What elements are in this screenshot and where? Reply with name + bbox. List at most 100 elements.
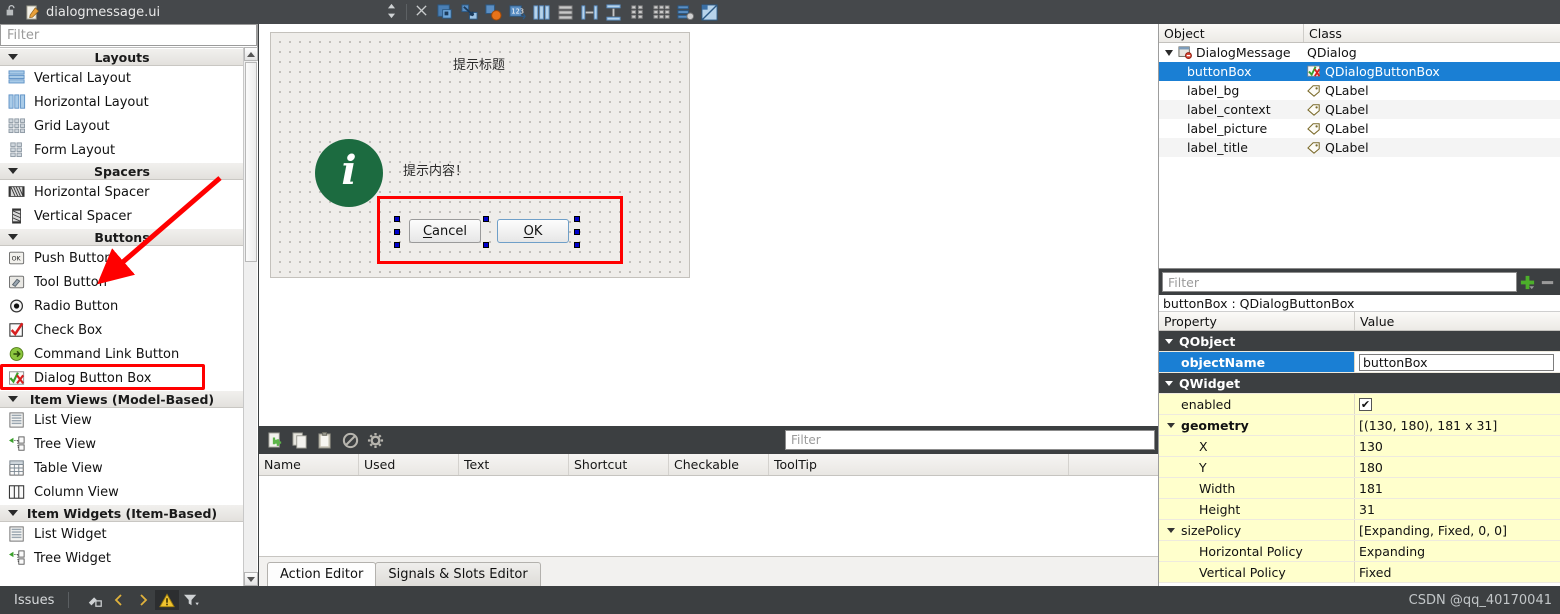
- layout-in-splitter-vertical-icon[interactable]: [603, 2, 623, 22]
- break-layout-icon[interactable]: [459, 2, 479, 22]
- add-property-icon[interactable]: [1517, 274, 1537, 291]
- widget-item-push-button[interactable]: OK Push Button: [0, 246, 244, 270]
- tab-signals-slots-editor[interactable]: Signals & Slots Editor: [375, 562, 541, 586]
- remove-property-icon[interactable]: [1537, 274, 1557, 291]
- chevron-down-icon[interactable]: [1167, 423, 1175, 428]
- object-row-label_picture[interactable]: label_picture QLabel: [1159, 119, 1560, 138]
- object-row-buttonBox[interactable]: buttonBox QDialogButtonBox: [1159, 62, 1560, 81]
- enabled-checkbox[interactable]: ✔: [1359, 397, 1372, 411]
- layout-vertically-icon[interactable]: [555, 2, 575, 22]
- property-group-QObject[interactable]: QObject: [1159, 331, 1560, 352]
- widget-item-list-view[interactable]: List View: [0, 408, 244, 432]
- widget-box-scrollbar[interactable]: [243, 47, 258, 586]
- property-row-x[interactable]: X 130: [1159, 436, 1560, 457]
- action-col-checkable[interactable]: Checkable: [669, 454, 769, 475]
- issues-label[interactable]: Issues: [0, 593, 54, 608]
- adjust-size-icon[interactable]: [435, 2, 455, 22]
- property-value[interactable]: [(130, 180), 181 x 31]: [1359, 418, 1497, 433]
- layout-break-icon[interactable]: [675, 2, 695, 22]
- label-picture-info-icon[interactable]: i: [315, 139, 383, 207]
- action-col-text[interactable]: Text: [459, 454, 569, 475]
- property-value[interactable]: 180: [1359, 460, 1383, 475]
- form-canvas-area[interactable]: 提示标题 i 提示内容！ Cancel OK: [97, 24, 1158, 426]
- property-value[interactable]: Fixed: [1359, 565, 1391, 580]
- action-col-name[interactable]: Name: [259, 454, 359, 475]
- property-table-rows[interactable]: QObject objectName buttonBox QWidget ena…: [1159, 331, 1560, 583]
- action-col-tooltip[interactable]: ToolTip: [769, 454, 1069, 475]
- property-group-QWidget[interactable]: QWidget: [1159, 373, 1560, 394]
- widget-item-tool-button[interactable]: Tool Button: [0, 270, 244, 294]
- property-value[interactable]: 181: [1359, 481, 1383, 496]
- filter-dropdown-icon[interactable]: [179, 590, 203, 610]
- edit-buddies-icon[interactable]: 123: [507, 2, 527, 22]
- scrollbar-thumb[interactable]: [245, 62, 257, 262]
- property-row-y[interactable]: Y 180: [1159, 457, 1560, 478]
- property-row-height[interactable]: Height 31: [1159, 499, 1560, 520]
- edit-signals-slots-icon[interactable]: [483, 2, 503, 22]
- object-row-DialogMessage[interactable]: DialogMessage QDialog: [1159, 43, 1560, 62]
- new-action-icon[interactable]: [265, 430, 285, 450]
- scroll-down-icon[interactable]: [244, 572, 258, 586]
- widgetbox-category-2[interactable]: Buttons: [0, 228, 244, 246]
- widget-item-check-box[interactable]: Check Box: [0, 318, 244, 342]
- widget-item-radio-button[interactable]: Radio Button: [0, 294, 244, 318]
- widget-item-table-view[interactable]: Table View: [0, 456, 244, 480]
- action-col-used[interactable]: Used: [359, 454, 459, 475]
- object-row-label_context[interactable]: label_context QLabel: [1159, 100, 1560, 119]
- delete-icon[interactable]: [340, 430, 360, 450]
- layout-in-splitter-horizontal-icon[interactable]: [579, 2, 599, 22]
- widget-box-list[interactable]: Layouts Vertical Layout Horizontal Layou…: [0, 47, 258, 586]
- property-row-objectName[interactable]: objectName buttonBox: [1159, 352, 1560, 373]
- object-row-label_bg[interactable]: label_bg QLabel: [1159, 81, 1560, 100]
- scroll-up-icon[interactable]: [244, 47, 258, 61]
- property-row-vertical-policy[interactable]: Vertical Policy Fixed: [1159, 562, 1560, 583]
- warning-icon[interactable]: [155, 590, 180, 610]
- property-row-geometry[interactable]: geometry [(130, 180), 181 x 31]: [1159, 415, 1560, 436]
- property-value[interactable]: 130: [1359, 439, 1383, 454]
- widgetbox-category-1[interactable]: Spacers: [0, 162, 244, 180]
- property-value[interactable]: Expanding: [1359, 544, 1425, 559]
- split-updown-icon[interactable]: [382, 3, 400, 22]
- widget-item-dialog-button-box[interactable]: Dialog Button Box: [0, 366, 244, 390]
- widgetbox-category-3[interactable]: Item Views (Model-Based): [0, 390, 244, 408]
- widget-item-vertical-spacer[interactable]: Vertical Spacer: [0, 204, 244, 228]
- widget-item-form-layout[interactable]: Form Layout: [0, 138, 244, 162]
- layout-grid-icon[interactable]: [651, 2, 671, 22]
- action-editor-filter[interactable]: Filter: [785, 430, 1155, 450]
- widget-item-vertical-layout[interactable]: Vertical Layout: [0, 66, 244, 90]
- property-value[interactable]: [Expanding, Fixed, 0, 0]: [1359, 523, 1507, 538]
- widgetbox-category-0[interactable]: Layouts: [0, 48, 244, 66]
- widget-item-list-widget[interactable]: List Widget: [0, 522, 244, 546]
- chevron-down-icon[interactable]: [1165, 49, 1173, 56]
- chevron-down-icon[interactable]: [1167, 528, 1175, 533]
- widget-item-horizontal-layout[interactable]: Horizontal Layout: [0, 90, 244, 114]
- label-title[interactable]: 提示标题: [419, 54, 539, 73]
- close-icon[interactable]: [413, 4, 429, 21]
- label-context[interactable]: 提示内容！: [403, 160, 468, 179]
- paste-icon[interactable]: [315, 430, 335, 450]
- widget-item-tree-widget[interactable]: Tree Widget: [0, 546, 244, 570]
- unlocked-padlock-icon[interactable]: [0, 4, 22, 20]
- filter-clear-icon[interactable]: [83, 590, 107, 610]
- tab-action-editor[interactable]: Action Editor: [267, 562, 377, 586]
- widget-item-grid-layout[interactable]: Grid Layout: [0, 114, 244, 138]
- widget-item-horizontal-spacer[interactable]: Horizontal Spacer: [0, 180, 244, 204]
- property-row-enabled[interactable]: enabled ✔: [1159, 394, 1560, 415]
- property-filter-input[interactable]: Filter: [1162, 272, 1517, 292]
- property-row-horizontal-policy[interactable]: Horizontal Policy Expanding: [1159, 541, 1560, 562]
- object-inspector-rows[interactable]: DialogMessage QDialog buttonBox QDialogB…: [1159, 43, 1560, 157]
- widget-item-command-link-button[interactable]: Command Link Button: [0, 342, 244, 366]
- configure-icon[interactable]: [365, 430, 385, 450]
- action-col-shortcut[interactable]: Shortcut: [569, 454, 669, 475]
- object-row-label_title[interactable]: label_title QLabel: [1159, 138, 1560, 157]
- layout-form-icon[interactable]: [627, 2, 647, 22]
- widget-item-tree-view[interactable]: Tree View: [0, 432, 244, 456]
- property-row-width[interactable]: Width 181: [1159, 478, 1560, 499]
- objectname-input[interactable]: buttonBox: [1359, 353, 1554, 371]
- property-value[interactable]: 31: [1359, 502, 1375, 517]
- next-issue-icon[interactable]: [131, 590, 155, 610]
- layout-horizontally-icon[interactable]: [531, 2, 551, 22]
- preview-icon[interactable]: [699, 2, 719, 22]
- widget-item-column-view[interactable]: Column View: [0, 480, 244, 504]
- property-row-sizepolicy[interactable]: sizePolicy [Expanding, Fixed, 0, 0]: [1159, 520, 1560, 541]
